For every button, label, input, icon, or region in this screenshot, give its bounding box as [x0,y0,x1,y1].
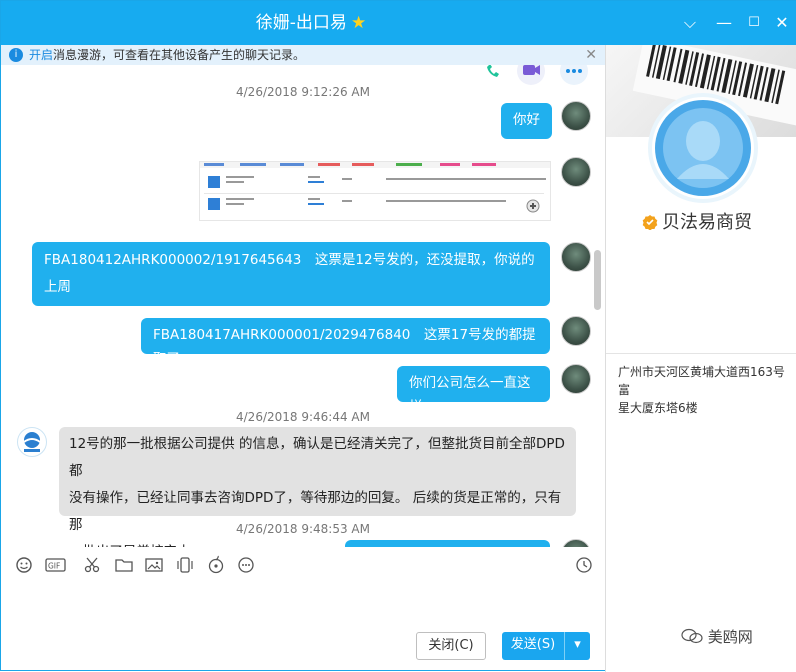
message-bubble[interactable] [345,540,550,547]
notice-text: 消息漫游，可查看在其他设备产生的聊天记录。 [53,48,306,62]
window-title: 徐姗-出口易 ★ [1,1,621,45]
company-name-row: 贝法易商贸 [642,211,752,235]
address-line: 星大厦东塔6楼 [618,401,698,415]
contact-sidebar: 贝法易商贸 广州市天河区黄埔大道西163号富 星大厦东塔6楼 [605,45,796,672]
minimize-button[interactable]: — [712,11,736,35]
gif-icon[interactable]: GIF [45,555,69,575]
timestamp: 4/26/2018 9:48:53 AM [236,522,370,536]
video-call-icon[interactable] [517,65,545,85]
timestamp: 4/26/2018 9:46:44 AM [236,410,370,424]
image-icon[interactable] [144,555,164,575]
avatar[interactable] [17,427,47,457]
send-button[interactable]: 发送(S) [502,632,564,660]
collapse-button[interactable]: ⌵ [678,11,702,35]
voice-call-icon[interactable] [479,65,507,85]
avatar[interactable] [561,242,591,272]
screenshot-scissors-icon[interactable] [82,555,102,575]
image-message[interactable] [199,161,551,221]
verified-badge-icon [642,215,658,231]
wechat-icon [681,628,703,644]
message-line: FBA180412AHRK000002/1917645643 这票是12号发的，… [44,252,535,295]
folder-icon[interactable] [114,555,134,575]
message-bubble[interactable]: 12号的那一批根据公司提供 的信息，确认是已经清关完了，但整批货目前全部DPD都… [59,427,576,547]
company-name: 贝法易商贸 [662,212,752,233]
message-bubble[interactable]: 你好 [501,103,552,139]
info-icon: i [9,48,23,62]
message-bubble[interactable]: 你们公司怎么一直这样 [397,366,550,415]
more-actions-icon[interactable] [560,65,588,85]
message-input[interactable] [1,583,605,628]
timestamp: 4/26/2018 9:12:26 AM [236,85,370,99]
avatar[interactable] [561,364,591,394]
message-line: 12号的那一批根据公司提供 的信息，确认是已经清关完了，但整批货目前全部DPD都 [69,436,565,479]
address-line: 广州市天河区黄埔大道西163号富 [618,365,785,397]
enable-roaming-link[interactable]: 开启 [29,48,53,62]
message-list[interactable]: 4/26/2018 9:12:26 AM 你好 FBA180412AHRK000… [1,65,605,547]
watermark: 美鸥网 [681,626,753,647]
svg-text:GIF: GIF [48,562,60,571]
contact-avatar[interactable] [648,93,758,203]
input-toolbar: GIF [1,547,605,583]
avatar[interactable] [561,316,591,346]
emoji-icon[interactable] [14,555,34,575]
avatar[interactable] [561,157,591,187]
star-icon: ★ [350,13,367,33]
maximize-button[interactable]: ☐ [742,11,766,35]
shake-window-icon[interactable] [175,555,195,575]
avatar[interactable] [561,101,591,131]
roaming-notice: i 开启消息漫游，可查看在其他设备产生的聊天记录。 ✕ [1,45,605,65]
send-options-dropdown[interactable]: ▾ [564,632,590,660]
scrollbar-thumb[interactable] [594,250,601,310]
divider [606,353,796,354]
history-clock-icon[interactable] [574,555,594,575]
chat-window: 徐姗-出口易 ★ ⌵ — ☐ ✕ i 开启消息漫游，可查看在其他设备产生的聊天记录… [0,0,796,672]
title-bar[interactable]: 徐姗-出口易 ★ ⌵ — ☐ ✕ [1,1,796,45]
close-button[interactable]: ✕ [770,11,794,35]
message-bubble[interactable]: FBA180417AHRK000001/2029476840 这票17号发的都提… [141,318,550,367]
red-packet-icon[interactable] [206,555,226,575]
message-bubble[interactable]: FBA180412AHRK000002/1917645643 这票是12号发的，… [32,242,550,322]
close-chat-button[interactable]: 关闭(C) [416,632,486,660]
contact-name: 徐姗-出口易 [255,13,347,33]
watermark-text: 美鸥网 [707,628,753,646]
more-tools-icon[interactable] [236,555,256,575]
notice-close-icon[interactable]: ✕ [585,45,597,65]
contact-address: 广州市天河区黄埔大道西163号富 星大厦东塔6楼 [618,363,794,417]
